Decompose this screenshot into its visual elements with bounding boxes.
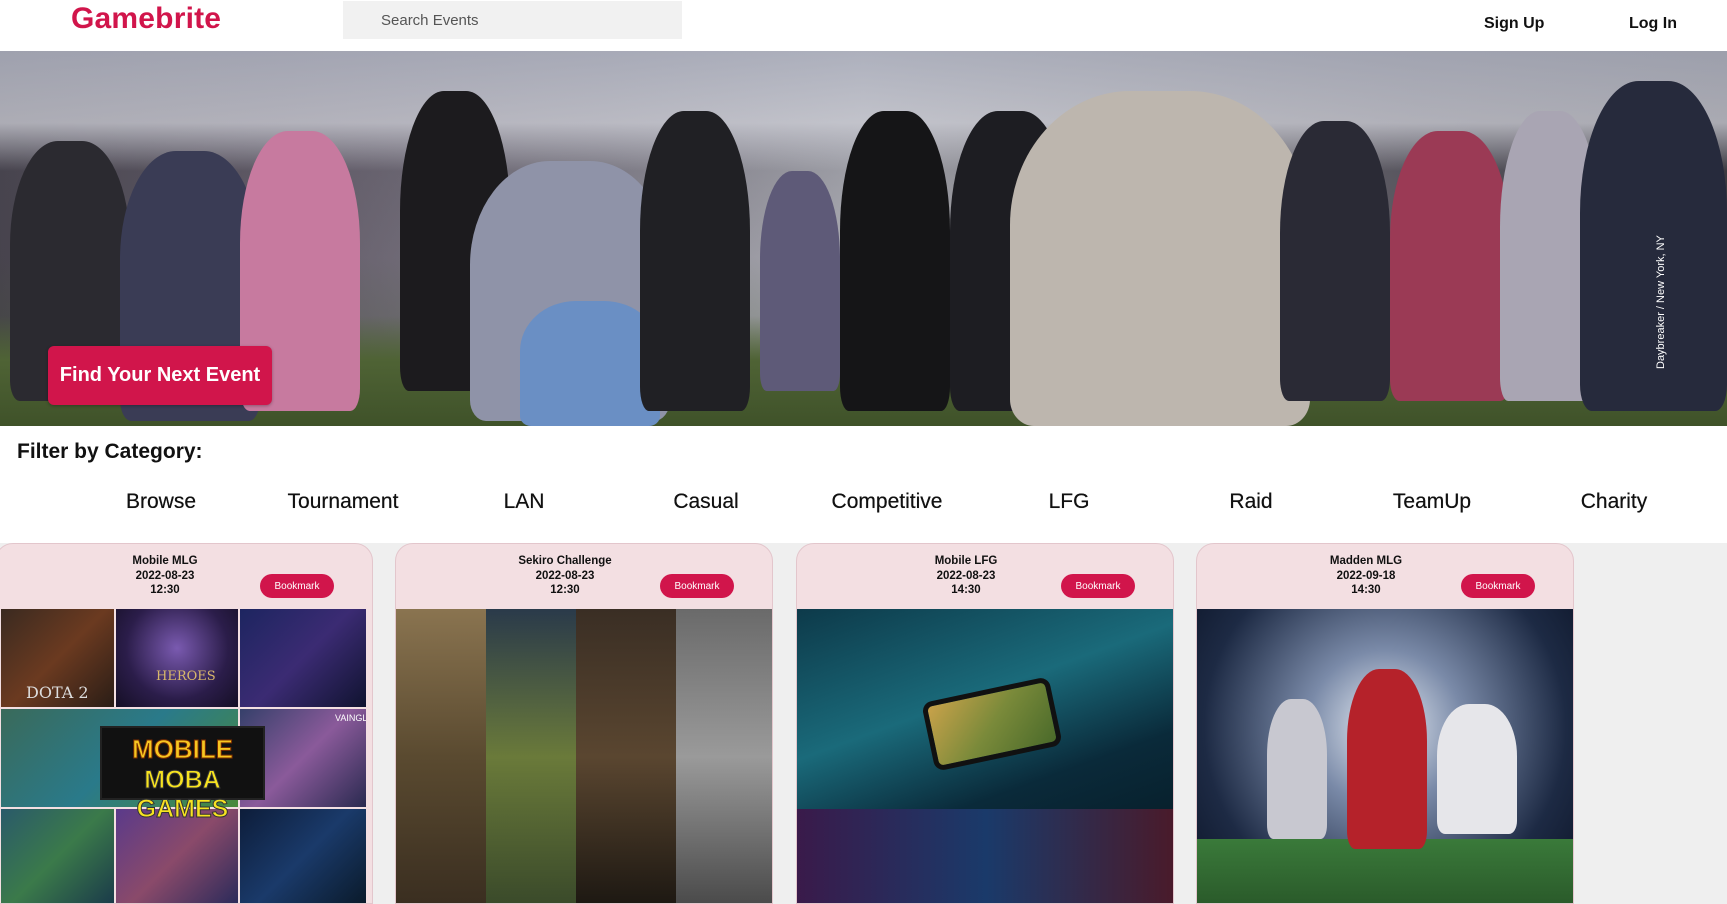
banner-text: MOBA GAMES [136, 766, 229, 824]
hero-crowd-figure [1280, 121, 1390, 401]
event-card[interactable]: Sekiro Challenge 2022-08-23 12:30 Bookma… [395, 543, 773, 904]
hero-crowd-figure [1010, 91, 1310, 426]
signup-link[interactable]: Sign Up [1484, 15, 1544, 33]
moba-banner: MOBILE MOBA GAMES [100, 726, 265, 824]
hero-banner: Find Your Next Event Daybreaker / New Yo… [0, 51, 1727, 426]
event-image [1197, 609, 1573, 903]
image-tile [1437, 704, 1517, 834]
hero-crowd-figure [640, 111, 750, 411]
event-image [396, 609, 772, 903]
event-title: Sekiro Challenge [518, 555, 612, 567]
event-title: Madden MLG [1329, 555, 1403, 567]
photo-credit: Daybreaker / New York, NY [1655, 235, 1667, 369]
event-card[interactable]: Madden MLG 2022-09-18 14:30 Bookmark [1196, 543, 1574, 904]
category-bar: Browse Tournament LAN Casual Competitive… [0, 490, 1727, 520]
tile-text: DOTA 2 [26, 683, 89, 702]
bookmark-button[interactable]: Bookmark [1061, 574, 1135, 598]
event-title: Mobile LFG [934, 555, 998, 567]
login-link[interactable]: Log In [1629, 15, 1677, 33]
hero-crowd-figure [760, 171, 840, 391]
event-card[interactable]: Mobile LFG 2022-08-23 14:30 Bookmark [796, 543, 1174, 904]
tile-text: VAINGLORY [335, 713, 366, 723]
search-input[interactable] [343, 1, 682, 39]
filter-title: Filter by Category: [17, 440, 203, 463]
hero-crowd-figure [1580, 81, 1727, 411]
category-lfg[interactable]: LFG [1049, 490, 1090, 514]
hero-crowd-figure [1390, 131, 1510, 401]
event-image: DOTA 2 HEROES VAINGLORY MOBILE MOBA GAME… [0, 609, 372, 903]
category-teamup[interactable]: TeamUp [1393, 490, 1471, 514]
category-lan[interactable]: LAN [504, 490, 545, 514]
hero-crowd-figure [840, 111, 950, 411]
category-tournament[interactable]: Tournament [288, 490, 399, 514]
top-nav: Gamebrite Sign Up Log In [0, 0, 1727, 51]
category-charity[interactable]: Charity [1581, 490, 1648, 514]
banner-text: MOBILE [131, 734, 234, 765]
logo[interactable]: Gamebrite [71, 2, 221, 36]
image-tile [1267, 699, 1327, 839]
bookmark-button[interactable]: Bookmark [260, 574, 334, 598]
find-event-button[interactable]: Find Your Next Event [48, 346, 272, 405]
image-tile [1347, 669, 1427, 849]
image-tile: DOTA 2 [1, 609, 114, 707]
event-title: Mobile MLG [132, 555, 198, 567]
category-browse[interactable]: Browse [126, 490, 196, 514]
tile-text: HEROES [156, 669, 216, 684]
bookmark-button[interactable]: Bookmark [660, 574, 734, 598]
category-competitive[interactable]: Competitive [832, 490, 943, 514]
image-tile [486, 609, 576, 903]
image-tile [240, 609, 366, 707]
event-card[interactable]: Mobile MLG 2022-08-23 12:30 Bookmark DOT… [0, 543, 373, 904]
image-tile [396, 609, 486, 903]
image-tile [921, 676, 1063, 772]
category-raid[interactable]: Raid [1229, 490, 1272, 514]
image-tile [576, 609, 676, 903]
image-tile: HEROES [116, 609, 238, 707]
image-tile [676, 609, 772, 903]
hero-crowd-figure [520, 301, 660, 426]
category-casual[interactable]: Casual [673, 490, 738, 514]
bookmark-button[interactable]: Bookmark [1461, 574, 1535, 598]
image-tile [797, 809, 1173, 903]
image-tile [1, 809, 114, 903]
event-image [797, 609, 1173, 903]
